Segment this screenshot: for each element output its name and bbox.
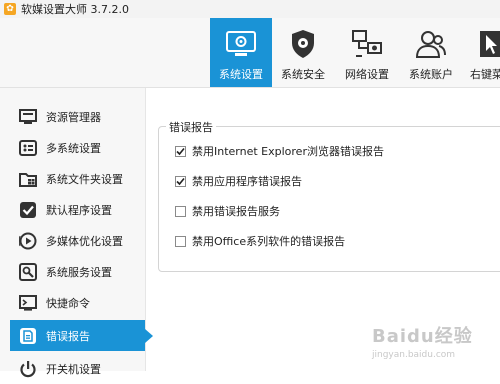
option-disable-error-report-service[interactable]: 禁用错误报告服务 xyxy=(175,203,280,219)
checkbox-checked[interactable] xyxy=(175,175,186,187)
windows-folder-icon xyxy=(18,169,38,189)
default-program-icon xyxy=(18,200,38,220)
sidebar-item-power-settings[interactable]: 开关机设置 xyxy=(10,353,145,384)
sidebar-item-multi-system[interactable]: 多系统设置 xyxy=(10,132,145,163)
sidebar-item-label: 快捷命令 xyxy=(46,296,90,310)
multimedia-icon xyxy=(18,231,38,251)
option-disable-app-error-report[interactable]: 禁用应用程序错误报告 xyxy=(175,173,302,189)
sidebar-item-label: 资源管理器 xyxy=(46,110,101,124)
shortcut-command-icon xyxy=(18,293,38,313)
sidebar-item-label: 错误报告 xyxy=(46,329,90,343)
users-icon xyxy=(413,28,449,60)
error-report-icon xyxy=(18,326,38,346)
checkbox-unchecked[interactable] xyxy=(175,205,186,217)
sidebar-item-error-report[interactable]: 错误报告 xyxy=(10,320,153,351)
sidebar-item-system-folder[interactable]: 系统文件夹设置 xyxy=(10,163,145,194)
app-logo-icon: ✿ xyxy=(4,3,16,15)
tab-system-security[interactable]: 系统安全 xyxy=(272,18,334,87)
sidebar-item-shortcut-command[interactable]: 快捷命令 xyxy=(10,287,145,318)
tab-label: 系统账户 xyxy=(409,68,453,81)
option-label: 禁用Internet Explorer浏览器错误报告 xyxy=(192,145,384,158)
sidebar: 资源管理器 多系统设置 系统文件夹设置 默认程序设置 多媒体优化设置 系统服务设… xyxy=(0,88,153,377)
checkbox-unchecked[interactable] xyxy=(175,235,186,247)
tab-label: 系统设置 xyxy=(219,68,263,81)
main-toolbar: 系统设置 系统安全 网络设置 系统账户 右键菜 xyxy=(0,18,500,88)
checkbox-checked[interactable] xyxy=(175,145,186,157)
option-disable-ie-error-report[interactable]: 禁用Internet Explorer浏览器错误报告 xyxy=(175,143,384,159)
tab-context-menu[interactable]: 右键菜 xyxy=(464,18,500,87)
groupbox-title: 错误报告 xyxy=(166,119,216,135)
sidebar-item-explorer[interactable]: 资源管理器 xyxy=(10,101,145,132)
sidebar-item-multimedia[interactable]: 多媒体优化设置 xyxy=(10,225,145,256)
tab-label: 网络设置 xyxy=(345,68,389,81)
watermark-sub: jingyan.baidu.com xyxy=(372,350,456,360)
tab-system-accounts[interactable]: 系统账户 xyxy=(400,18,462,87)
sidebar-item-label: 多媒体优化设置 xyxy=(46,234,123,248)
sidebar-item-label: 开关机设置 xyxy=(46,362,101,376)
sidebar-item-system-service[interactable]: 系统服务设置 xyxy=(10,256,145,287)
option-label: 禁用应用程序错误报告 xyxy=(192,175,302,188)
tab-network-settings[interactable]: 网络设置 xyxy=(336,18,398,87)
title-bar: ✿ 软媒设置大师 3.7.2.0 xyxy=(0,0,500,18)
sidebar-item-label: 多系统设置 xyxy=(46,141,101,155)
power-icon xyxy=(18,359,38,379)
context-menu-icon xyxy=(478,28,500,60)
sidebar-item-label: 默认程序设置 xyxy=(46,203,112,217)
sidebar-item-label: 系统服务设置 xyxy=(46,265,112,279)
service-icon xyxy=(18,262,38,282)
system-settings-icon xyxy=(223,28,259,60)
shield-gear-icon xyxy=(285,28,321,60)
window-title: 软媒设置大师 3.7.2.0 xyxy=(21,3,129,16)
baidu-watermark: Baidu经验 jingyan.baidu.com xyxy=(372,322,492,368)
multi-system-icon xyxy=(18,138,38,158)
network-icon xyxy=(349,28,385,60)
explorer-icon xyxy=(18,107,38,127)
sidebar-item-default-program[interactable]: 默认程序设置 xyxy=(10,194,145,225)
watermark-main: Baidu经验 xyxy=(372,326,473,347)
tab-label: 系统安全 xyxy=(281,68,325,81)
option-label: 禁用Office系列软件的错误报告 xyxy=(192,235,346,248)
sidebar-item-label: 系统文件夹设置 xyxy=(46,172,123,186)
tab-label: 右键菜 xyxy=(470,68,500,81)
option-label: 禁用错误报告服务 xyxy=(192,205,280,218)
option-disable-office-error-report[interactable]: 禁用Office系列软件的错误报告 xyxy=(175,233,345,249)
tab-system-settings[interactable]: 系统设置 xyxy=(210,18,272,87)
